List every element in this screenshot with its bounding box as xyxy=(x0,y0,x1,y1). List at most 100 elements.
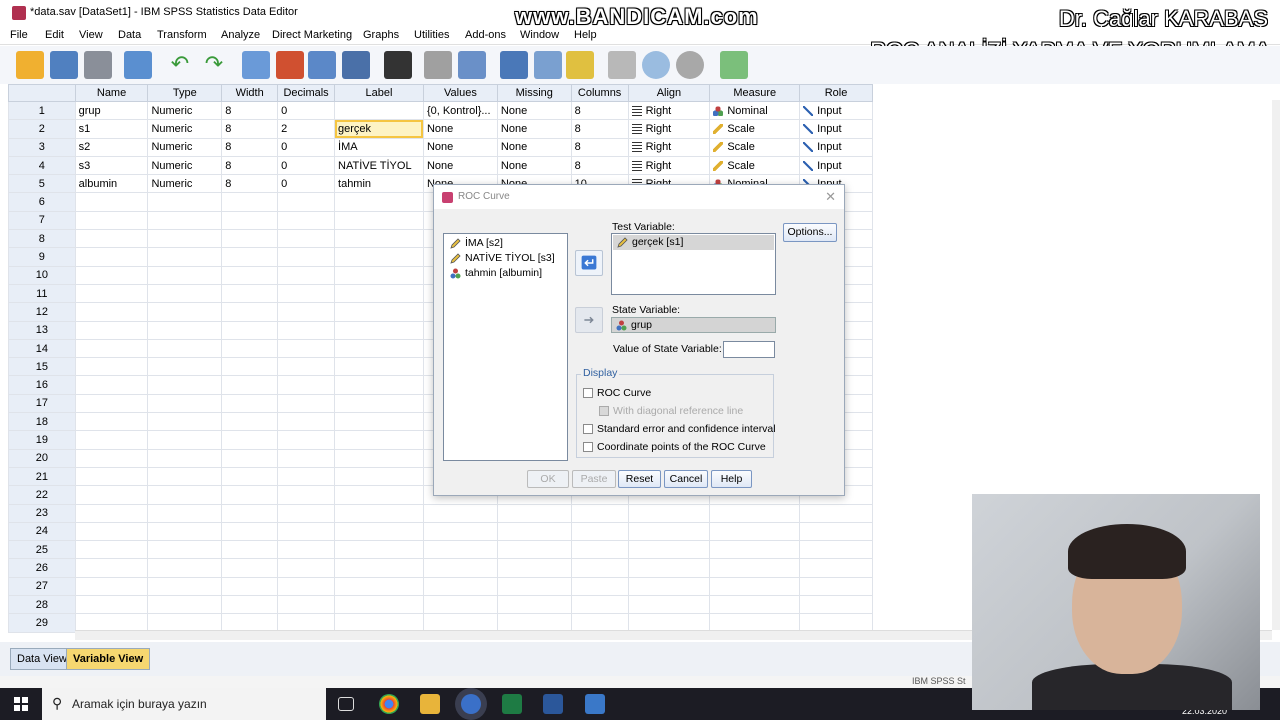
menu-file[interactable]: File xyxy=(10,29,28,41)
empty-cell[interactable] xyxy=(277,595,336,615)
cell-values[interactable]: None xyxy=(422,119,498,139)
empty-cell[interactable] xyxy=(74,448,149,468)
std-error-checkbox[interactable] xyxy=(583,424,593,434)
empty-cell[interactable] xyxy=(709,540,801,560)
empty-cell[interactable] xyxy=(570,595,629,615)
menu-analyze[interactable]: Analyze xyxy=(221,29,260,41)
cell-type[interactable]: Numeric xyxy=(147,119,223,139)
move-state-variable-button[interactable] xyxy=(575,307,603,333)
menu-graphs[interactable]: Graphs xyxy=(363,29,399,41)
goto-variable-icon[interactable] xyxy=(276,51,304,79)
cell-values[interactable]: None xyxy=(422,137,498,157)
empty-cell[interactable] xyxy=(147,210,223,231)
print-icon[interactable] xyxy=(84,51,112,79)
empty-cell[interactable] xyxy=(334,448,424,468)
empty-cell[interactable] xyxy=(221,357,279,377)
cell-align[interactable]: Right xyxy=(627,100,711,121)
row-number[interactable]: 1 xyxy=(8,100,76,121)
empty-cell[interactable] xyxy=(147,192,223,212)
row-number[interactable]: 9 xyxy=(8,247,76,267)
ok-button[interactable]: OK xyxy=(527,470,569,488)
menu-add-ons[interactable]: Add-ons xyxy=(465,29,506,41)
cell-width[interactable]: 8 xyxy=(221,137,279,157)
insert-variable-icon[interactable] xyxy=(458,51,486,79)
cell-role[interactable]: Input xyxy=(799,155,873,176)
std-error-checkbox-label[interactable]: Standard error and confidence interval xyxy=(597,423,776,435)
cell-role[interactable]: Input xyxy=(799,137,873,157)
empty-cell[interactable] xyxy=(74,338,149,359)
empty-cell[interactable] xyxy=(709,558,801,578)
cell-columns[interactable]: 8 xyxy=(570,100,629,121)
empty-cell[interactable] xyxy=(147,393,223,414)
reset-button[interactable]: Reset xyxy=(618,470,661,488)
cell-measure[interactable]: Nominal xyxy=(709,100,801,121)
empty-cell[interactable] xyxy=(147,302,223,322)
task-view-icon[interactable] xyxy=(338,697,354,711)
cell-align[interactable]: Right xyxy=(627,155,711,176)
empty-cell[interactable] xyxy=(799,595,873,615)
cell-type[interactable]: Numeric xyxy=(147,155,223,176)
empty-cell[interactable] xyxy=(334,503,424,523)
row-number[interactable]: 4 xyxy=(8,155,76,176)
coordinate-points-checkbox-label[interactable]: Coordinate points of the ROC Curve xyxy=(597,441,766,453)
empty-cell[interactable] xyxy=(221,283,279,304)
cell-label[interactable]: NATİVE TİYOL xyxy=(334,155,424,176)
empty-cell[interactable] xyxy=(74,485,149,505)
row-number[interactable]: 15 xyxy=(8,357,76,377)
empty-cell[interactable] xyxy=(221,338,279,359)
empty-cell[interactable] xyxy=(627,558,711,578)
empty-cell[interactable] xyxy=(147,265,223,285)
coordinate-points-checkbox[interactable] xyxy=(583,442,593,452)
empty-cell[interactable] xyxy=(334,357,424,377)
spss-taskbar-icon[interactable] xyxy=(461,694,481,714)
empty-cell[interactable] xyxy=(334,375,424,395)
empty-cell[interactable] xyxy=(147,229,223,249)
cell-name[interactable]: s3 xyxy=(74,155,149,176)
empty-cell[interactable] xyxy=(334,320,424,340)
value-labels-icon[interactable] xyxy=(608,51,636,79)
empty-cell[interactable] xyxy=(277,357,336,377)
word-icon[interactable] xyxy=(543,694,563,714)
empty-cell[interactable] xyxy=(147,485,223,505)
empty-cell[interactable] xyxy=(570,576,629,597)
menu-view[interactable]: View xyxy=(79,29,103,41)
empty-cell[interactable] xyxy=(334,485,424,505)
empty-cell[interactable] xyxy=(147,448,223,468)
split-file-icon[interactable] xyxy=(500,51,528,79)
row-number[interactable]: 19 xyxy=(8,430,76,450)
value-of-state-input[interactable] xyxy=(723,341,775,358)
empty-cell[interactable] xyxy=(334,540,424,560)
cell-missing[interactable]: None xyxy=(496,119,572,139)
menu-edit[interactable]: Edit xyxy=(45,29,64,41)
empty-cell[interactable] xyxy=(334,558,424,578)
empty-cell[interactable] xyxy=(147,521,223,542)
empty-cell[interactable] xyxy=(147,247,223,267)
cell-label[interactable]: tahmin xyxy=(334,174,424,194)
cell-decimals[interactable]: 2 xyxy=(277,119,336,139)
cell-name[interactable]: grup xyxy=(74,100,149,121)
empty-cell[interactable] xyxy=(627,540,711,560)
cell-missing[interactable]: None xyxy=(496,137,572,157)
row-number[interactable]: 25 xyxy=(8,540,76,560)
empty-cell[interactable] xyxy=(277,320,336,340)
cell-columns[interactable]: 8 xyxy=(570,119,629,139)
row-number[interactable]: 11 xyxy=(8,283,76,304)
cell-measure[interactable]: Scale xyxy=(709,119,801,139)
empty-cell[interactable] xyxy=(709,595,801,615)
empty-cell[interactable] xyxy=(74,283,149,304)
empty-cell[interactable] xyxy=(277,558,336,578)
empty-cell[interactable] xyxy=(277,466,336,487)
empty-cell[interactable] xyxy=(277,503,336,523)
col-header-values[interactable]: Values xyxy=(422,84,498,102)
empty-cell[interactable] xyxy=(496,540,572,560)
empty-cell[interactable] xyxy=(277,265,336,285)
corner-cell[interactable] xyxy=(8,84,76,102)
paste-button[interactable]: Paste xyxy=(572,470,616,488)
empty-cell[interactable] xyxy=(277,412,336,432)
row-number[interactable]: 14 xyxy=(8,338,76,359)
help-button[interactable]: Help xyxy=(711,470,752,488)
empty-cell[interactable] xyxy=(334,265,424,285)
empty-cell[interactable] xyxy=(277,540,336,560)
empty-cell[interactable] xyxy=(799,540,873,560)
empty-cell[interactable] xyxy=(221,576,279,597)
